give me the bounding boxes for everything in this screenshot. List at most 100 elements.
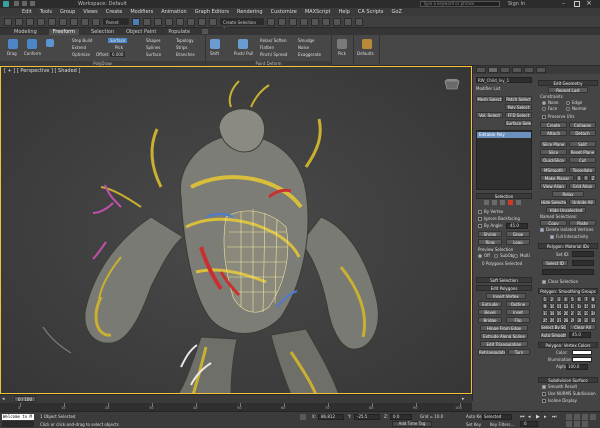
pick-icon[interactable] (337, 39, 347, 49)
smoothing-group-button[interactable]: 25 (542, 317, 548, 323)
smudge-button[interactable]: Smudge (298, 38, 315, 43)
extrude-along-spline-button[interactable]: Extrude Along Spline (480, 333, 528, 339)
select-by-name-icon[interactable] (70, 17, 78, 26)
viewcube-icon[interactable] (441, 77, 463, 93)
set-id-field[interactable] (572, 251, 594, 257)
layer-icon[interactable] (289, 17, 297, 26)
smoothing-group-button[interactable]: 5 (569, 296, 576, 302)
bind-spacewarp-icon[interactable] (48, 17, 56, 26)
preview-subobj-radio[interactable] (494, 254, 498, 258)
render-frame-icon[interactable] (344, 17, 352, 26)
noise-button[interactable]: Noise (298, 45, 309, 50)
constraint-none-radio[interactable] (542, 101, 546, 105)
modifier-list-dropdown[interactable]: Modifier List (476, 86, 500, 91)
app-logo-icon[interactable] (3, 1, 9, 7)
menu-animation[interactable]: Animation (161, 9, 187, 15)
ring-button[interactable]: Ring (478, 239, 502, 245)
color-swatch[interactable] (572, 350, 592, 355)
maxscript-output[interactable] (2, 421, 34, 427)
smoothing-group-button[interactable]: 22 (576, 310, 583, 316)
vertex-colors-rollout-header[interactable]: Polygon: Vertex Colors (538, 342, 598, 348)
link-icon[interactable] (26, 17, 34, 26)
curve-editor-icon[interactable] (300, 17, 308, 26)
make-planar-button[interactable]: Make Planar (540, 175, 574, 181)
bevel-button[interactable]: Bevel (478, 309, 502, 315)
field-of-view-icon[interactable] (590, 414, 596, 420)
offset-field[interactable]: 0.000 (110, 52, 126, 57)
splines-button[interactable]: Splines (146, 45, 160, 50)
preserve-uvs-checkbox[interactable] (542, 115, 546, 119)
lock-selection-icon[interactable] (300, 414, 306, 420)
push-pull-icon[interactable] (238, 39, 248, 49)
attach-button[interactable]: Attach (540, 130, 567, 136)
hierarchy-tab-icon[interactable] (500, 67, 510, 73)
conform-label[interactable]: Conform (24, 51, 41, 56)
perspective-viewport[interactable] (0, 66, 472, 394)
grid-align-button[interactable]: Grid Align (569, 183, 596, 189)
bridge-button[interactable]: Bridge (478, 317, 502, 323)
modifier-stack[interactable] (476, 130, 532, 190)
planar-y-button[interactable]: Y (583, 175, 589, 181)
create-tab-icon[interactable] (476, 67, 486, 73)
add-time-tag-button[interactable]: Add Time Tag (392, 421, 432, 427)
smoothing-group-button[interactable]: 6 (576, 296, 583, 302)
vertex-mode-icon[interactable] (484, 200, 489, 205)
schematic-icon[interactable] (311, 17, 319, 26)
msmooth-button[interactable]: MSmooth (540, 167, 567, 173)
patch-select-button[interactable]: Patch Select (505, 96, 532, 102)
rotate-icon[interactable] (143, 17, 151, 26)
illumination-swatch[interactable] (572, 357, 592, 362)
zoom-all-icon[interactable] (574, 414, 580, 420)
smoothing-group-button[interactable]: 14 (576, 303, 583, 309)
maxscript-listener[interactable]: Welcome to M (2, 414, 34, 420)
preview-multi-radio[interactable] (514, 254, 518, 258)
create-button[interactable]: Create (540, 122, 567, 128)
menu-goz[interactable]: GoZ (392, 9, 402, 15)
set-key-button[interactable]: Set Key (466, 422, 481, 427)
smoothing-group-button[interactable]: 32 (590, 317, 596, 323)
smoothing-group-button[interactable]: 16 (590, 303, 596, 309)
stack-item-editable-poly[interactable]: Editable Poly (477, 132, 531, 138)
quickslice-button[interactable]: QuickSlice (540, 157, 567, 163)
maximize-viewport-icon[interactable] (582, 421, 588, 427)
strips-button[interactable]: Strips (176, 45, 188, 50)
poly-select-button[interactable]: Poly Select (505, 104, 532, 110)
smoothing-group-button[interactable]: 12 (562, 303, 569, 309)
spinner-snap-icon[interactable] (209, 17, 217, 26)
time-prev-icon[interactable]: ◂ (2, 396, 8, 402)
border-mode-icon[interactable] (500, 200, 505, 205)
select-id-field[interactable] (572, 260, 594, 266)
extend-button[interactable]: Extend (72, 45, 86, 50)
surface-button[interactable]: Surface (108, 38, 128, 43)
play-icon[interactable]: ▶ (536, 414, 542, 420)
clear-all-button[interactable]: Clear All (569, 324, 596, 330)
smoothing-group-button[interactable]: 4 (562, 296, 569, 302)
ref-coord-select[interactable]: Parent (103, 18, 129, 25)
go-to-end-icon[interactable]: ⏭ (552, 414, 558, 420)
subdivision-rollout-header[interactable]: Subdivision Surface (538, 377, 598, 383)
menu-views[interactable]: Views (83, 9, 97, 15)
pinch-spread-button[interactable]: Pinch/ Spread (260, 52, 287, 57)
menu-edit[interactable]: Edit (22, 9, 32, 15)
reset-plane-button[interactable]: Reset Plane (569, 149, 596, 155)
menu-ca-scripts[interactable]: CA Scripts (358, 9, 384, 15)
smoothing-group-button[interactable]: 8 (590, 296, 596, 302)
full-interactivity-checkbox[interactable] (550, 235, 554, 239)
smoothing-group-button[interactable]: 26 (548, 317, 555, 323)
grow-button[interactable]: Grow (506, 231, 530, 237)
branches-button[interactable]: Branches (176, 52, 195, 57)
use-nurms-checkbox[interactable] (542, 392, 546, 396)
prev-frame-icon[interactable]: ◂ (528, 414, 534, 420)
go-to-start-icon[interactable]: ⏮ (520, 414, 526, 420)
smoothing-group-button[interactable]: 13 (569, 303, 576, 309)
planar-z-button[interactable]: Z (590, 175, 596, 181)
smoothing-group-button[interactable]: 2 (548, 296, 555, 302)
sign-in-label[interactable]: Sign In (508, 1, 525, 7)
select-by-sg-button[interactable]: Select By SG (540, 324, 567, 330)
slice-plane-button[interactable]: Slice Plane (540, 141, 567, 147)
preview-off-radio[interactable] (478, 254, 482, 258)
outline-button[interactable]: Outline (506, 301, 530, 307)
menu-tools[interactable]: Tools (40, 9, 52, 15)
pick-button[interactable]: Pick (115, 45, 123, 50)
relax-button[interactable]: Relax (552, 191, 584, 197)
